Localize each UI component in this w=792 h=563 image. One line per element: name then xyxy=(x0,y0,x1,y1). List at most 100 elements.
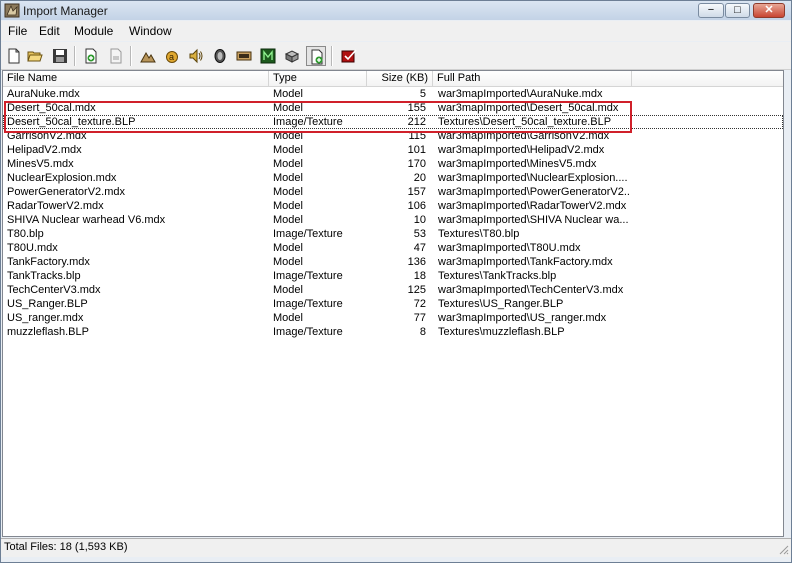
table-row[interactable]: TankTracks.blp Image/Texture 18 Textures\Ta… xyxy=(3,269,783,283)
table-row[interactable]: US_ranger.mdx Model 77 war3mapImported\US_r… xyxy=(3,311,783,325)
campaign-editor-button[interactable] xyxy=(234,46,254,66)
table-row[interactable]: TechCenterV3.mdx Model 125 war3mapImported\… xyxy=(3,283,783,297)
size-cell: 157 xyxy=(407,186,426,198)
type-cell: Image/Texture xyxy=(273,298,343,310)
open-map-button[interactable] xyxy=(25,46,45,66)
table-row[interactable]: AuraNuke.mdx Model 5 war3mapImported\AuraNu… xyxy=(3,87,783,101)
size-cell: 77 xyxy=(413,312,426,324)
close-button[interactable]: ✕ xyxy=(753,3,785,18)
size-cell: 20 xyxy=(413,172,426,184)
full-path-cell: war3mapImported\AuraNuke.mdx xyxy=(438,88,603,100)
title-bar[interactable]: Import Manager − □ ✕ xyxy=(1,1,791,20)
file-name-cell: T80U.mdx xyxy=(7,242,58,254)
table-row[interactable]: T80.blp Image/Texture 53 Textures\T80.blp xyxy=(3,227,783,241)
type-cell: Model xyxy=(273,242,303,254)
file-name-cell: T80.blp xyxy=(7,228,44,240)
trigger-editor-button[interactable]: a xyxy=(162,46,182,66)
column-header-type[interactable]: Type xyxy=(269,71,367,87)
table-row[interactable]: Desert_50cal.mdx Model 155 war3mapImported\… xyxy=(3,101,783,115)
table-row[interactable]: SHIVA Nuclear warhead V6.mdx Model 10 war3m… xyxy=(3,213,783,227)
object-editor-icon xyxy=(260,48,276,64)
full-path-cell: war3mapImported\SHIVA Nuclear wa... xyxy=(438,214,629,226)
full-path-cell: war3mapImported\HelipadV2.mdx xyxy=(438,144,605,156)
resize-grip-icon[interactable] xyxy=(777,543,789,555)
open-folder-icon xyxy=(27,51,43,62)
full-path-cell: war3mapImported\GarrisonV2.mdx xyxy=(438,130,610,142)
ai-editor-button[interactable] xyxy=(210,46,230,66)
window-title: Import Manager xyxy=(23,4,108,18)
table-row[interactable]: T80U.mdx Model 47 war3mapImported\T80U.mdx xyxy=(3,241,783,255)
object-editor-button[interactable] xyxy=(258,46,278,66)
file-name-cell: US_ranger.mdx xyxy=(7,312,84,324)
file-name-cell: GarrisonV2.mdx xyxy=(7,130,87,142)
file-name-cell: Desert_50cal_texture.BLP xyxy=(7,116,136,128)
menu-module[interactable]: Module xyxy=(74,24,113,38)
size-cell: 47 xyxy=(413,242,426,254)
file-name-cell: SHIVA Nuclear warhead V6.mdx xyxy=(7,214,166,226)
file-name-cell: NuclearExplosion.mdx xyxy=(7,172,117,184)
menu-edit[interactable]: Edit xyxy=(39,24,60,38)
file-name-cell: TechCenterV3.mdx xyxy=(7,284,101,296)
export-file-icon xyxy=(110,48,122,64)
table-row[interactable]: HelipadV2.mdx Model 101 war3mapImported\Hel… xyxy=(3,143,783,157)
save-disk-icon xyxy=(53,49,67,63)
import-file-icon xyxy=(85,48,97,64)
table-row[interactable]: Desert_50cal_texture.BLP Image/Texture 212… xyxy=(3,115,783,129)
toolbar: a xyxy=(1,42,791,70)
new-document-icon xyxy=(8,48,20,64)
type-cell: Model xyxy=(273,88,303,100)
type-cell: Image/Texture xyxy=(273,116,343,128)
column-header-file-name[interactable]: File Name xyxy=(3,71,269,87)
file-name-cell: TankFactory.mdx xyxy=(7,256,90,268)
size-cell: 10 xyxy=(413,214,426,226)
table-row[interactable]: muzzleflash.BLP Image/Texture 8 Textures\mu… xyxy=(3,325,783,339)
full-path-cell: war3mapImported\TechCenterV3.mdx xyxy=(438,284,624,296)
column-header-size[interactable]: Size (KB) xyxy=(367,71,433,87)
test-map-icon xyxy=(341,49,357,63)
size-cell: 72 xyxy=(413,298,426,310)
world-editor-app-icon xyxy=(4,3,20,18)
menu-bar: File Edit Module Window xyxy=(1,21,791,41)
maximize-button[interactable]: □ xyxy=(725,3,750,18)
type-cell: Model xyxy=(273,186,303,198)
full-path-cell: Textures\T80.blp xyxy=(438,228,520,240)
size-cell: 212 xyxy=(407,116,426,128)
save-map-button[interactable] xyxy=(50,46,70,66)
file-name-cell: TankTracks.blp xyxy=(7,270,81,282)
test-map-button[interactable] xyxy=(339,46,359,66)
module-object-button[interactable] xyxy=(282,46,302,66)
table-row[interactable]: GarrisonV2.mdx Model 115 war3mapImported\Ga… xyxy=(3,129,783,143)
menu-window[interactable]: Window xyxy=(129,24,172,38)
sound-editor-icon xyxy=(189,48,203,64)
terrain-editor-button[interactable] xyxy=(138,46,158,66)
table-row[interactable]: TankFactory.mdx Model 136 war3mapImported\T… xyxy=(3,255,783,269)
table-row[interactable]: PowerGeneratorV2.mdx Model 157 war3mapImpor… xyxy=(3,185,783,199)
type-cell: Model xyxy=(273,172,303,184)
size-cell: 136 xyxy=(407,256,426,268)
table-row[interactable]: US_Ranger.BLP Image/Texture 72 Textures\US_… xyxy=(3,297,783,311)
menu-file[interactable]: File xyxy=(8,24,27,38)
table-row[interactable]: NuclearExplosion.mdx Model 20 war3mapImport… xyxy=(3,171,783,185)
sound-editor-button[interactable] xyxy=(186,46,206,66)
file-name-cell: muzzleflash.BLP xyxy=(7,326,89,338)
table-row[interactable]: RadarTowerV2.mdx Model 106 war3mapImported\… xyxy=(3,199,783,213)
import-manager-button[interactable] xyxy=(306,46,326,66)
imported-files-list[interactable]: File Name Type Size (KB) Full Path AuraN… xyxy=(2,70,784,537)
file-name-cell: AuraNuke.mdx xyxy=(7,88,80,100)
object-box-icon xyxy=(284,50,300,63)
column-header-full-path[interactable]: Full Path xyxy=(433,71,632,87)
import-file-button[interactable] xyxy=(81,46,101,66)
new-map-button[interactable] xyxy=(4,46,24,66)
size-cell: 53 xyxy=(413,228,426,240)
status-total-files: Total Files: 18 (1,593 KB) xyxy=(4,541,128,553)
terrain-editor-icon xyxy=(140,52,156,63)
status-bar: Total Files: 18 (1,593 KB) xyxy=(1,538,791,557)
full-path-cell: war3mapImported\T80U.mdx xyxy=(438,242,581,254)
export-file-button[interactable] xyxy=(106,46,126,66)
size-cell: 155 xyxy=(407,102,426,114)
import-manager-window: Import Manager − □ ✕ File Edit Module Wi… xyxy=(0,0,792,563)
table-row[interactable]: MinesV5.mdx Model 170 war3mapImported\Mines… xyxy=(3,157,783,171)
type-cell: Image/Texture xyxy=(273,228,343,240)
column-header-filler xyxy=(632,71,783,87)
minimize-button[interactable]: − xyxy=(698,3,724,18)
